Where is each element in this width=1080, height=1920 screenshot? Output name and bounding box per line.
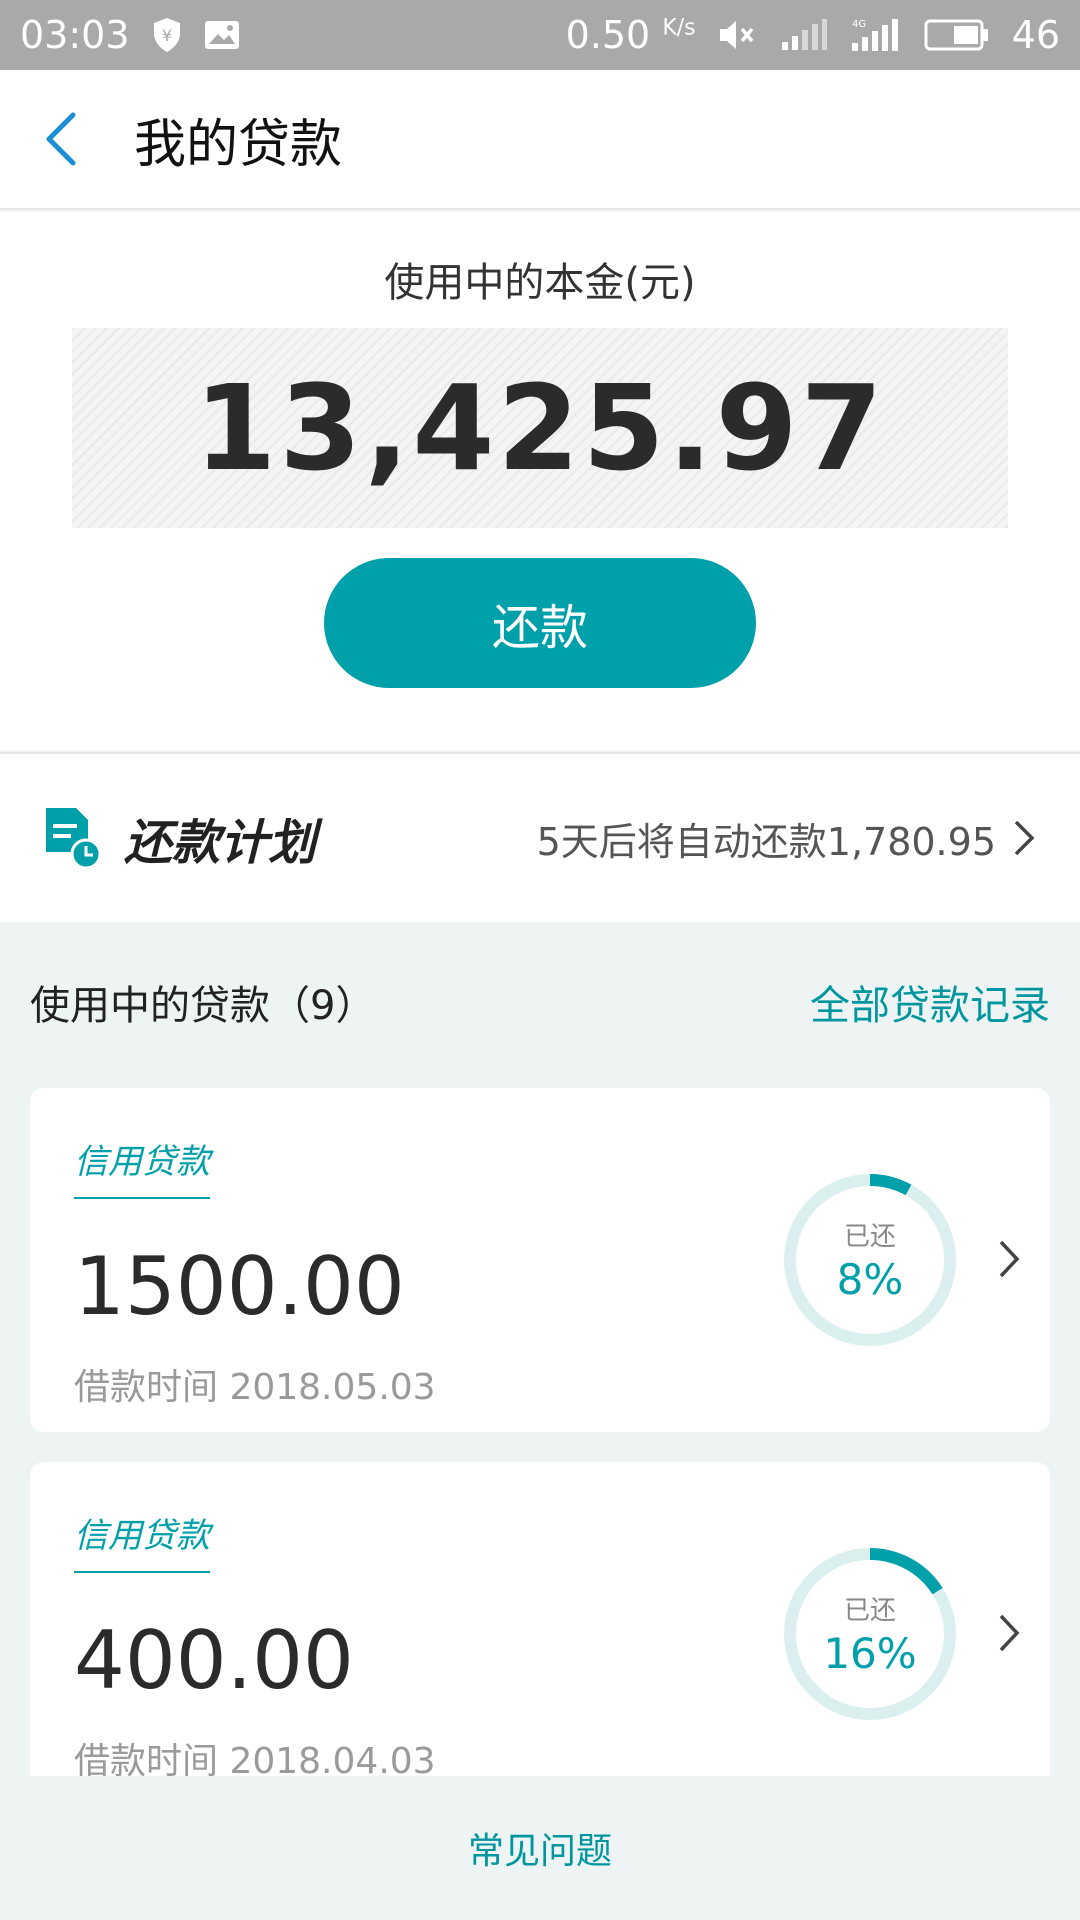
speed-value: 0.50 [565,13,651,57]
loan-type-tag: 信用贷款 [74,1134,210,1199]
loan-amount: 1500.00 [74,1240,405,1333]
loan-card[interactable]: 信用贷款 400.00 借款时间 2018.04.03 已还 16% [30,1462,1050,1782]
page-title: 我的贷款 [134,114,343,175]
all-records-link[interactable]: 全部贷款记录 [810,973,1050,1031]
principal-amount-box: 13,425.97 [72,328,1008,528]
network-speed: 0.50 K/s [566,13,696,57]
chevron-left-icon [46,112,76,166]
repaid-label: 已还 [843,1222,896,1252]
battery-level: 46 [1011,13,1060,57]
loans-title: 使用中的贷款（9） [30,983,376,1029]
svg-text:4G: 4G [852,19,866,30]
plan-info: 5天后将自动还款1,780.95 [536,819,996,864]
loan-amount: 400.00 [74,1614,354,1707]
repaid-text: 已还 8% [782,1172,958,1348]
back-button[interactable] [0,69,120,209]
repaid-text: 已还 16% [782,1546,958,1722]
loan-date: 借款时间 2018.05.03 [74,1367,436,1408]
image-icon [204,20,240,50]
chevron-right-icon [999,1240,1020,1278]
chevron-right-icon [1014,820,1035,856]
loans-header: 使用中的贷款（9） 全部贷款记录 [30,972,1050,1032]
repaid-percent: 8% [836,1255,904,1304]
svg-text:¥: ¥ [161,26,171,45]
footer: 常见问题 [0,1776,1080,1920]
document-clock-icon [46,808,102,870]
repaid-percent: 16% [823,1629,917,1678]
loan-type-tag: 信用贷款 [74,1508,210,1573]
faq-link[interactable]: 常见问题 [468,1822,612,1874]
app-header: 我的贷款 [0,70,1080,210]
battery-icon [924,18,990,52]
repay-button[interactable]: 还款 [324,558,756,688]
plan-title: 还款计划 [124,815,317,871]
chevron-right-icon [999,1614,1020,1652]
principal-label: 使用中的本金(元) [384,260,696,306]
repaid-label: 已还 [843,1596,896,1626]
shield-yen-icon: ¥ [152,17,182,53]
repayment-plan-row[interactable]: 还款计划 5天后将自动还款1,780.95 [0,752,1080,922]
status-time: 03:03 [20,13,130,57]
loan-card[interactable]: 信用贷款 1500.00 借款时间 2018.05.03 已还 8% [30,1088,1050,1432]
status-bar-right: 0.50 K/s 4G 46 [566,13,1060,57]
signal-icon [780,18,828,52]
signal-4g-icon: 4G [850,17,902,53]
principal-amount: 13,425.97 [194,359,886,497]
mute-icon [718,18,758,52]
status-bar-left: 03:03 ¥ [20,13,240,57]
status-bar: 03:03 ¥ 0.50 K/s 4G 46 [0,0,1080,70]
principal-section: 使用中的本金(元) 13,425.97 还款 [0,212,1080,750]
speed-unit: K/s [662,15,696,41]
